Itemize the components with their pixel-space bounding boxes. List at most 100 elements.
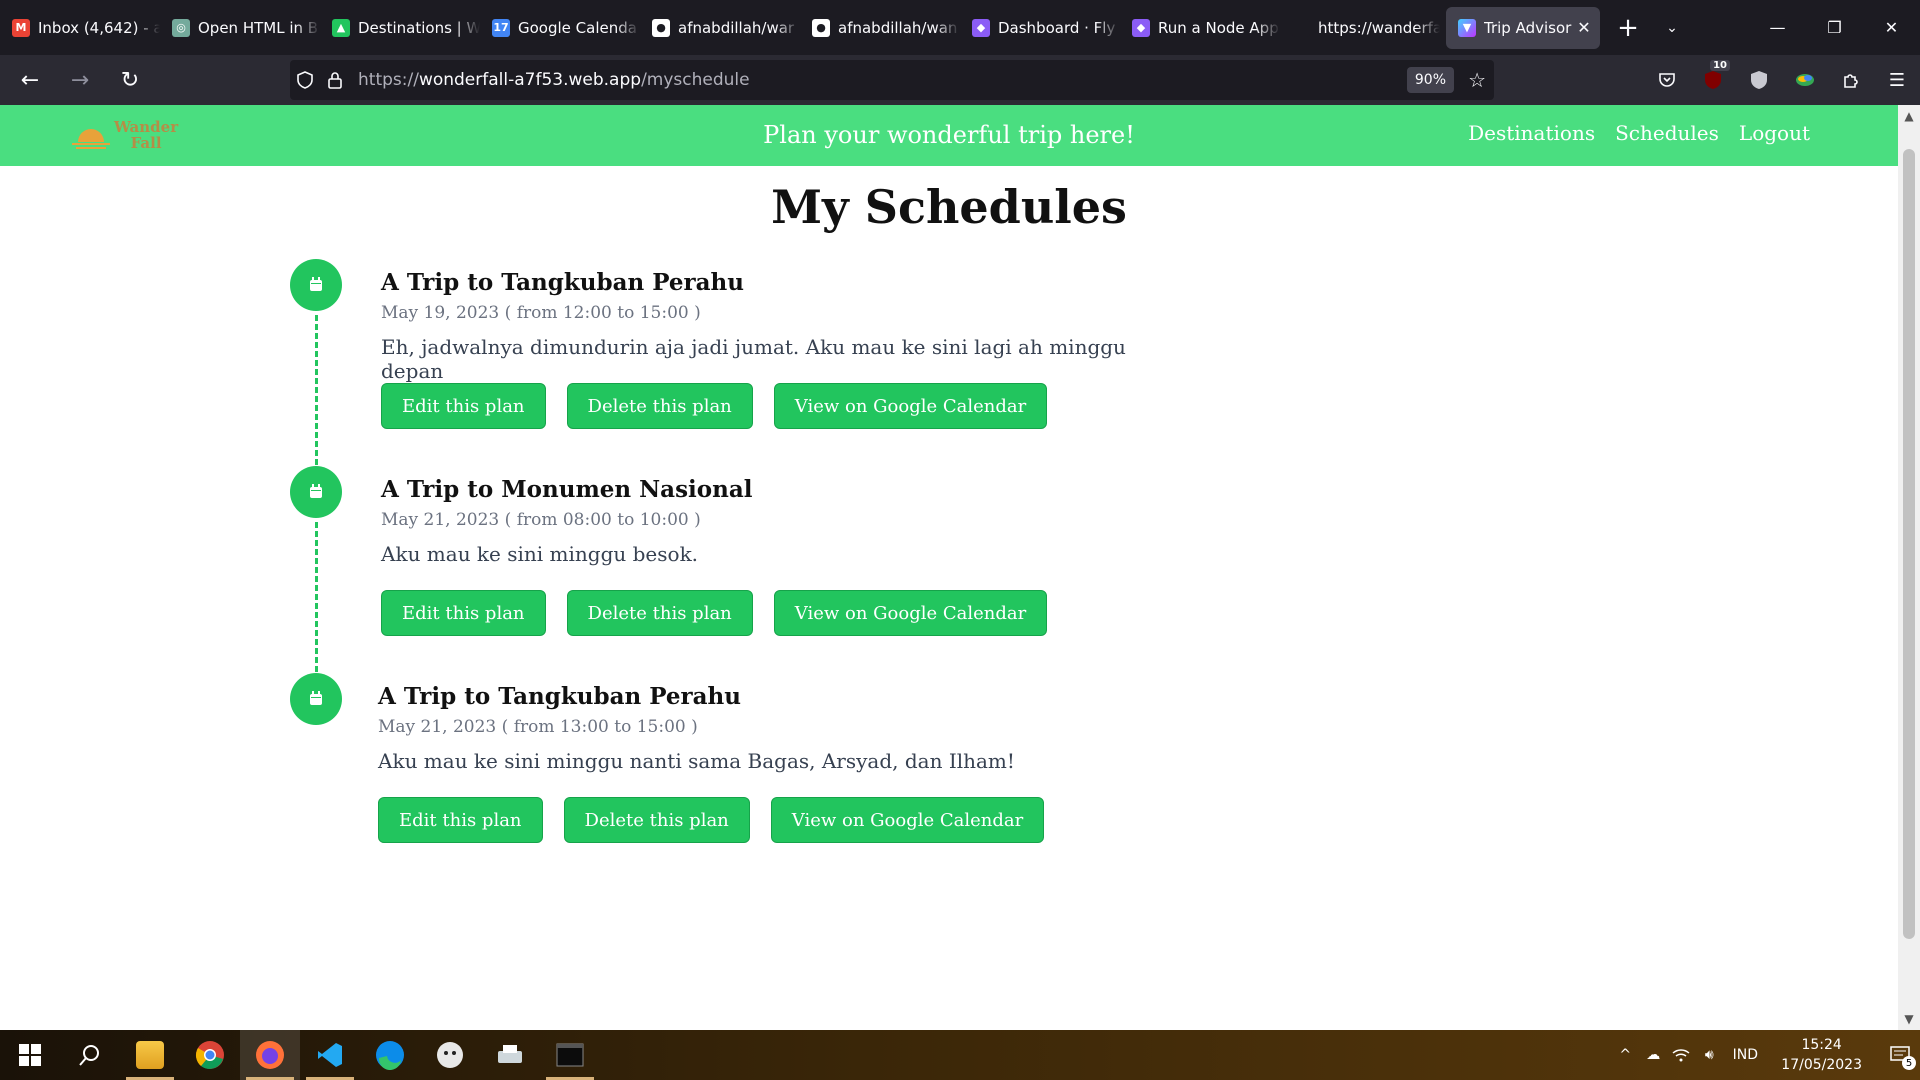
list-all-tabs-button[interactable]: ⌄ xyxy=(1650,7,1694,49)
sunset-logo-icon xyxy=(72,121,110,149)
schedule-title: A Trip to Tangkuban Perahu xyxy=(378,683,741,710)
shield-icon[interactable] xyxy=(290,71,320,89)
notifications-icon[interactable]: 5 xyxy=(1880,1046,1920,1070)
new-tab-button[interactable]: + xyxy=(1606,7,1650,49)
calendar-marker-icon xyxy=(290,259,342,311)
reload-button[interactable]: ↻ xyxy=(110,60,150,100)
search-icon[interactable] xyxy=(60,1030,120,1080)
scroll-down-icon[interactable]: ▼ xyxy=(1898,1012,1920,1026)
terminal-icon[interactable] xyxy=(540,1030,600,1080)
tab-title: Inbox (4,642) - a xyxy=(38,18,160,37)
back-button[interactable]: ← xyxy=(10,60,50,100)
delete-plan-button[interactable]: Delete this plan xyxy=(566,383,753,429)
view-google-calendar-button[interactable]: View on Google Calendar xyxy=(773,590,1048,636)
schedule-date: May 21, 2023 ( from 13:00 to 15:00 ) xyxy=(378,717,698,737)
volume-icon[interactable]: 🔊︎ xyxy=(1695,1047,1723,1063)
tab-4[interactable]: ● afnabdillah/war xyxy=(640,7,800,49)
firefox-icon[interactable] xyxy=(240,1030,300,1080)
delete-plan-button[interactable]: Delete this plan xyxy=(566,590,753,636)
tab-2[interactable]: ▲ Destinations | W xyxy=(320,7,480,49)
schedule-description: Aku mau ke sini minggu nanti sama Bagas,… xyxy=(378,749,1015,773)
tab-0[interactable]: M Inbox (4,642) - a xyxy=(0,7,160,49)
start-icon[interactable] xyxy=(0,1030,60,1080)
calendar-icon: 17 xyxy=(492,18,510,37)
delete-plan-button[interactable]: Delete this plan xyxy=(563,797,750,843)
browser-tab-strip: M Inbox (4,642) - a ◎ Open HTML in B ▲ Destin… xyxy=(0,0,1920,55)
tab-list: M Inbox (4,642) - a ◎ Open HTML in B ▲ Destin… xyxy=(0,7,1440,49)
ublock-badge: 10 xyxy=(1710,60,1730,71)
game-icon[interactable] xyxy=(420,1030,480,1080)
scroll-up-icon[interactable]: ▲ xyxy=(1898,109,1920,123)
schedule-item: A Trip to Monumen Nasional May 21, 2023 … xyxy=(290,466,1190,673)
system-tray: ^ ☁ 🔊︎ IND 15:24 17/05/2023 5 xyxy=(1611,1030,1920,1080)
calendar-marker-icon xyxy=(290,466,342,518)
privacy-badger-icon[interactable] xyxy=(1736,70,1782,90)
wifi-icon[interactable] xyxy=(1667,1048,1695,1062)
tab-7[interactable]: ◆ Run a Node App xyxy=(1120,7,1280,49)
scrollbar-thumb[interactable] xyxy=(1903,149,1915,939)
vite-icon: ▼ xyxy=(1458,18,1476,37)
extensions-puzzle-icon[interactable] xyxy=(1828,71,1874,89)
edit-plan-button[interactable]: Edit this plan xyxy=(381,590,546,636)
nav-schedules[interactable]: Schedules xyxy=(1615,121,1719,145)
pocket-icon[interactable] xyxy=(1644,72,1690,88)
clock[interactable]: 15:24 17/05/2023 xyxy=(1781,1035,1862,1075)
language-indicator[interactable]: IND xyxy=(1723,1047,1767,1063)
bookmark-star-icon[interactable]: ☆ xyxy=(1468,68,1486,92)
schedule-timeline: A Trip to Tangkuban Perahu May 19, 2023 … xyxy=(290,259,1190,880)
page-content: Wander Fall Plan your wonderful trip here… xyxy=(0,105,1898,1030)
close-window-button[interactable]: ✕ xyxy=(1863,0,1920,55)
lock-icon[interactable] xyxy=(320,71,350,89)
schedule-date: May 21, 2023 ( from 08:00 to 10:00 ) xyxy=(381,510,701,530)
nav-destinations[interactable]: Destinations xyxy=(1468,121,1595,145)
browser-nav-bar: ← → ↻ https://wonderfall-a7f53.web.app/m… xyxy=(0,55,1920,105)
github-icon: ● xyxy=(652,18,670,37)
extension-color-icon[interactable] xyxy=(1782,72,1828,88)
view-google-calendar-button[interactable]: View on Google Calendar xyxy=(773,383,1048,429)
tab-title: afnabdillah/war xyxy=(678,18,795,37)
tab-6[interactable]: ◆ Dashboard · Fly xyxy=(960,7,1120,49)
tab-title: Run a Node App xyxy=(1158,18,1279,37)
url-text[interactable]: https://wonderfall-a7f53.web.app/mysched… xyxy=(358,70,750,90)
forward-button[interactable]: → xyxy=(60,60,100,100)
onedrive-cloud-icon[interactable]: ☁ xyxy=(1639,1047,1667,1063)
tab-3[interactable]: 17 Google Calenda xyxy=(480,7,640,49)
wanderfall-logo[interactable]: Wander Fall xyxy=(72,119,178,151)
edge-icon[interactable] xyxy=(360,1030,420,1080)
tab-title: Trip Advisor xyxy=(1484,18,1572,37)
tab-1[interactable]: ◎ Open HTML in B xyxy=(160,7,320,49)
show-hidden-icons-icon[interactable]: ^ xyxy=(1611,1047,1639,1063)
file-explorer-icon[interactable] xyxy=(120,1030,180,1080)
zoom-indicator[interactable]: 90% xyxy=(1406,67,1454,93)
app-icon: ▲ xyxy=(332,18,350,37)
minimize-button[interactable]: — xyxy=(1749,0,1806,55)
close-tab-icon[interactable]: ✕ xyxy=(1574,18,1594,37)
vscode-icon[interactable] xyxy=(300,1030,360,1080)
notification-count: 5 xyxy=(1902,1056,1916,1070)
view-google-calendar-button[interactable]: View on Google Calendar xyxy=(770,797,1045,843)
tab-title: https://wanderfall.fl xyxy=(1318,18,1440,37)
windows-taskbar: ^ ☁ 🔊︎ IND 15:24 17/05/2023 5 xyxy=(0,1030,1920,1080)
url-bar[interactable]: https://wonderfall-a7f53.web.app/mysched… xyxy=(290,60,1494,100)
ublock-icon[interactable]: 10 xyxy=(1690,60,1736,90)
edit-plan-button[interactable]: Edit this plan xyxy=(378,797,543,843)
app-header: Wander Fall Plan your wonderful trip here… xyxy=(0,105,1898,166)
schedule-item: A Trip to Tangkuban Perahu May 21, 2023 … xyxy=(290,673,1190,880)
blank-icon xyxy=(1292,18,1310,37)
printer-icon[interactable] xyxy=(480,1030,540,1080)
restore-button[interactable]: ❐ xyxy=(1806,0,1863,55)
tab-5[interactable]: ● afnabdillah/wan xyxy=(800,7,960,49)
schedule-description: Aku mau ke sini minggu besok. xyxy=(381,542,699,566)
schedule-date: May 19, 2023 ( from 12:00 to 15:00 ) xyxy=(381,303,701,323)
edit-plan-button[interactable]: Edit this plan xyxy=(381,383,546,429)
tab-title: Open HTML in B xyxy=(198,18,319,37)
timeline-connector xyxy=(315,315,318,465)
chrome-icon[interactable] xyxy=(180,1030,240,1080)
nav-logout[interactable]: Logout xyxy=(1739,121,1810,145)
menu-hamburger-icon[interactable]: ☰ xyxy=(1874,70,1920,91)
tab-8[interactable]: https://wanderfall.fl xyxy=(1280,7,1440,49)
schedule-title: A Trip to Monumen Nasional xyxy=(381,476,753,503)
gmail-icon: M xyxy=(12,18,30,37)
tab-active[interactable]: ▼ Trip Advisor ✕ xyxy=(1446,6,1600,49)
page-scrollbar[interactable]: ▲ ▼ xyxy=(1898,105,1920,1030)
